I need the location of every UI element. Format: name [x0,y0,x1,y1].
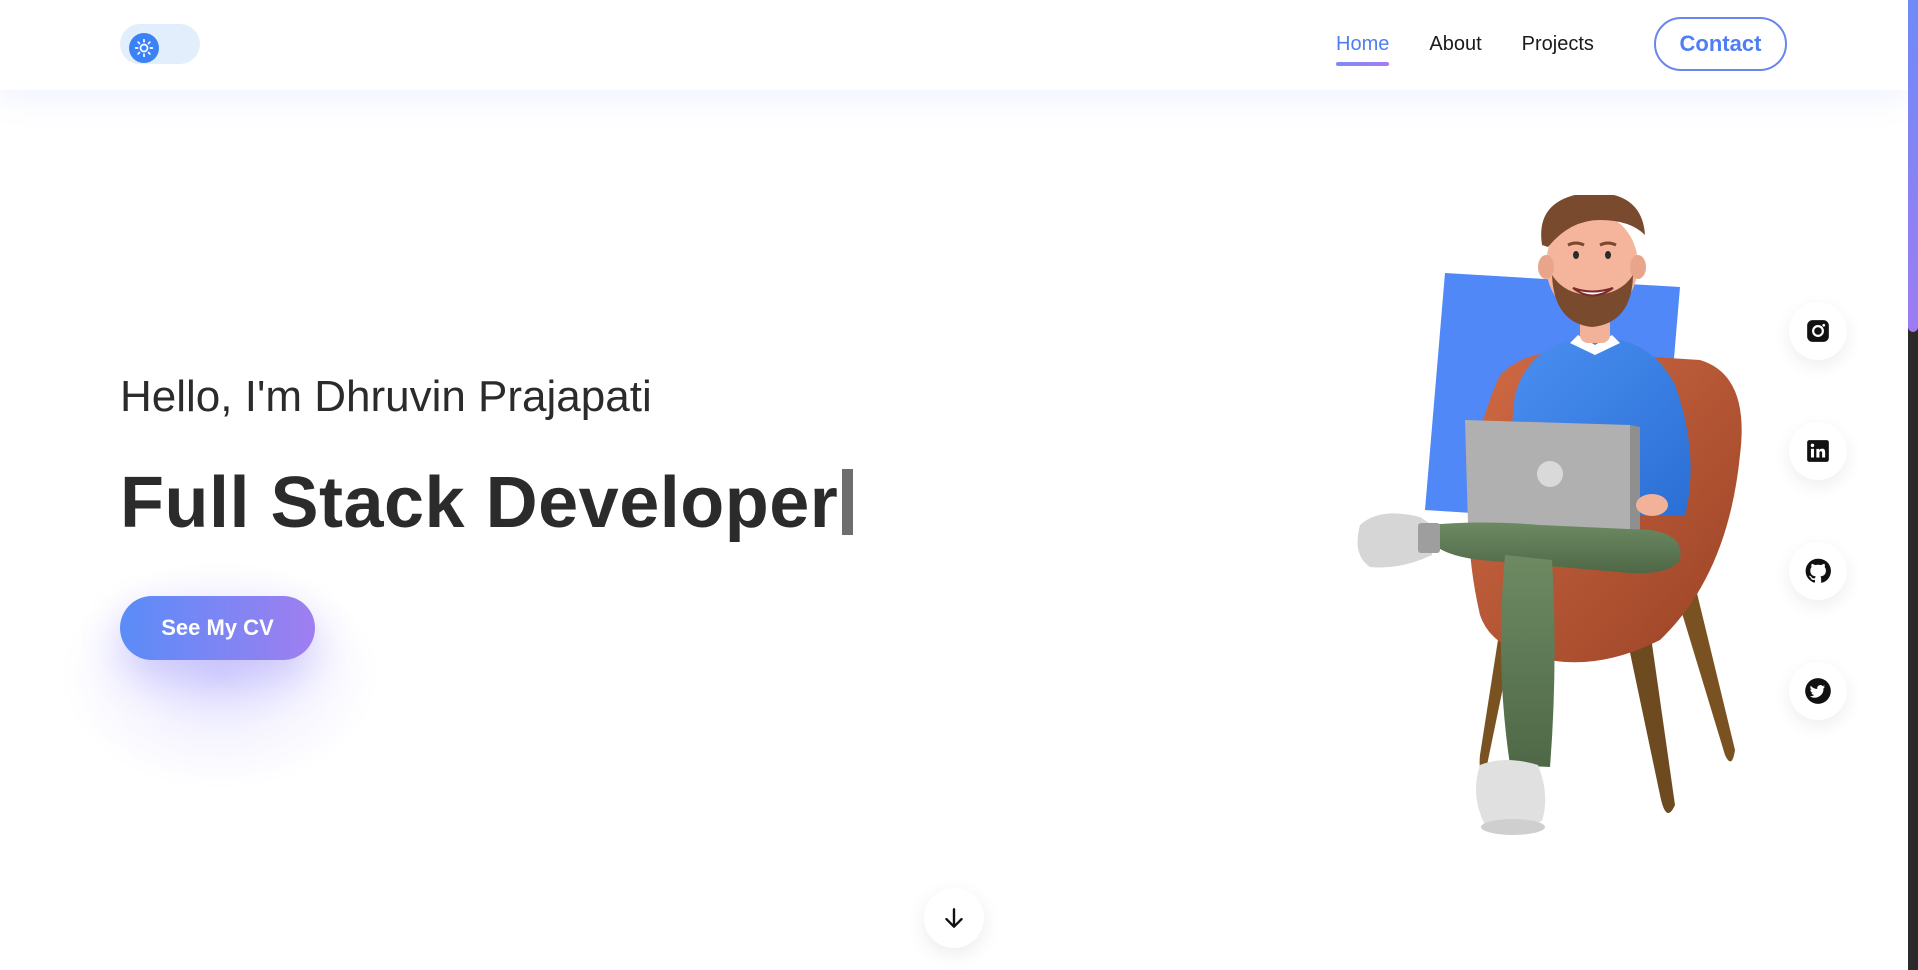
role-text: Full Stack Developer [120,463,839,543]
nav-about[interactable]: About [1429,31,1481,57]
hero-greeting: Hello, I'm Dhruvin Prajapati [120,372,652,421]
arrow-down-icon [945,908,963,928]
developer-illustration [1330,192,1770,855]
twitter-icon [1805,678,1831,704]
linkedin-icon [1807,440,1829,462]
contact-button[interactable]: Contact [1654,17,1787,71]
hero-role-title: Full Stack Developer [120,462,854,544]
main-nav: Home About Projects [1336,31,1594,66]
theme-toggle[interactable] [120,24,200,64]
instagram-button[interactable] [1789,302,1847,360]
github-icon [1805,558,1831,583]
instagram-icon [1807,320,1829,342]
twitter-button[interactable] [1789,662,1847,720]
typing-caret [842,469,854,535]
scrollbar-thumb[interactable] [1908,0,1918,332]
scroll-down-button[interactable] [924,888,984,948]
github-button[interactable] [1789,542,1847,600]
nav-projects[interactable]: Projects [1522,31,1594,57]
sun-icon [129,33,159,63]
see-cv-button[interactable]: See My CV [120,596,315,660]
nav-home[interactable]: Home [1336,31,1390,66]
cv-button-glow [60,560,380,790]
scrollbar-track[interactable] [1908,0,1918,970]
linkedin-button[interactable] [1789,422,1847,480]
site-header: Home About Projects Contact [0,0,1908,90]
portfolio-page: Home About Projects Contact Hello, I'm D… [0,0,1918,970]
